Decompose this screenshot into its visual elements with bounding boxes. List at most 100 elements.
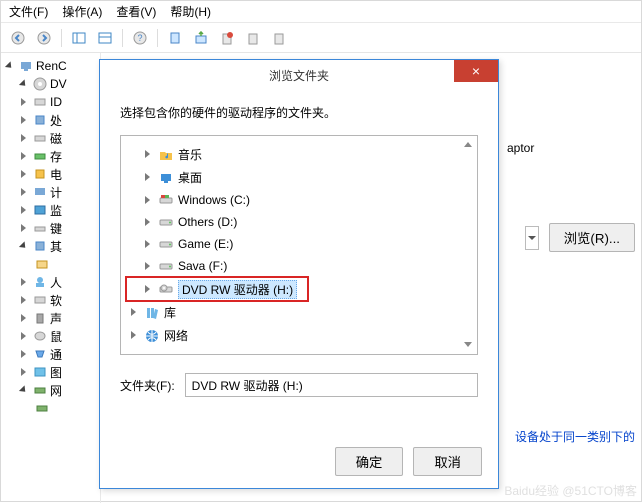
toolbar-help-button[interactable]: ? xyxy=(129,27,151,49)
chevron-right-icon[interactable] xyxy=(21,278,30,287)
menu-view[interactable]: 查看(V) xyxy=(116,3,156,20)
chevron-right-icon[interactable] xyxy=(145,218,154,227)
device-icon xyxy=(33,203,47,217)
tree-item-drive-e[interactable]: Game (E:) xyxy=(129,236,469,252)
tree-node[interactable]: 其 xyxy=(7,237,100,255)
tree-item-network[interactable]: 网络 xyxy=(129,327,469,344)
tree-node[interactable]: 电 xyxy=(7,165,100,183)
tree-node[interactable] xyxy=(7,255,100,273)
tree-item-drive-c[interactable]: Windows (C:) xyxy=(129,192,469,208)
close-button[interactable]: × xyxy=(454,60,498,82)
device-icon xyxy=(33,365,47,379)
chevron-right-icon[interactable] xyxy=(21,368,30,377)
chevron-right-icon[interactable] xyxy=(21,134,30,143)
toolbar-update-button[interactable] xyxy=(190,27,212,49)
chevron-right-icon[interactable] xyxy=(145,150,154,159)
tree-item-drive-f[interactable]: Sava (F:) xyxy=(129,258,469,274)
toolbar-disable-button[interactable] xyxy=(242,27,264,49)
toolbar-scan-button[interactable] xyxy=(164,27,186,49)
tree-node-label: 软 xyxy=(50,292,62,309)
browse-button[interactable]: 浏览(R)... xyxy=(549,223,635,252)
tree-item-music[interactable]: 音乐 xyxy=(129,146,469,163)
tree-node[interactable]: 磁 xyxy=(7,129,100,147)
tree-node[interactable]: 监 xyxy=(7,201,100,219)
computer-icon xyxy=(19,59,33,73)
toolbar-panes-button[interactable] xyxy=(68,27,90,49)
info-note: 设备处于同一类别下的 xyxy=(515,428,635,445)
toolbar-props-button[interactable] xyxy=(94,27,116,49)
nav-back-button[interactable] xyxy=(7,27,29,49)
menu-action[interactable]: 操作(A) xyxy=(62,3,102,20)
folder-tree[interactable]: 音乐 桌面 Windows (C:) Others (D:) Game (E:)… xyxy=(120,135,478,355)
chevron-right-icon[interactable] xyxy=(21,152,30,161)
tree-node[interactable]: 存 xyxy=(7,147,100,165)
scroll-up-button[interactable] xyxy=(461,138,475,152)
chevron-down-icon[interactable] xyxy=(7,62,16,71)
network-icon xyxy=(145,329,159,343)
tree-node[interactable]: 计 xyxy=(7,183,100,201)
tree-node[interactable]: 键 xyxy=(7,219,100,237)
path-dropdown[interactable] xyxy=(525,226,539,250)
menu-file[interactable]: 文件(F) xyxy=(9,3,48,20)
toolbar-uninstall-button[interactable] xyxy=(216,27,238,49)
dialog-title: 浏览文件夹 xyxy=(269,67,329,84)
nav-forward-button[interactable] xyxy=(33,27,55,49)
chevron-right-icon[interactable] xyxy=(21,296,30,305)
tree-node[interactable]: 网 xyxy=(7,381,100,399)
chevron-right-icon[interactable] xyxy=(145,196,154,205)
tree-node[interactable]: 图 xyxy=(7,363,100,381)
tree-item-label: Windows (C:) xyxy=(178,193,250,207)
chevron-right-icon[interactable] xyxy=(21,98,30,107)
tree-item-dvd-h[interactable]: DVD RW 驱动器 (H:) xyxy=(129,280,305,298)
tree-node[interactable] xyxy=(7,399,100,417)
chevron-right-icon[interactable] xyxy=(131,331,140,340)
scroll-down-button[interactable] xyxy=(461,338,475,352)
chevron-right-icon[interactable] xyxy=(21,206,30,215)
device-icon xyxy=(33,275,47,289)
tree-item-libraries[interactable]: 库 xyxy=(129,304,469,321)
cancel-button[interactable]: 取消 xyxy=(413,447,482,476)
tree-node[interactable]: 鼠 xyxy=(7,327,100,345)
toolbar-enable-button[interactable] xyxy=(268,27,290,49)
device-icon xyxy=(33,329,47,343)
chevron-right-icon[interactable] xyxy=(21,116,30,125)
tree-node[interactable]: 软 xyxy=(7,291,100,309)
chevron-down-icon[interactable] xyxy=(21,80,30,89)
chevron-right-icon[interactable] xyxy=(21,350,30,359)
tree-node[interactable]: 人 xyxy=(7,273,100,291)
chevron-right-icon[interactable] xyxy=(21,170,30,179)
tree-item-desktop[interactable]: 桌面 xyxy=(129,169,469,186)
chevron-right-icon[interactable] xyxy=(131,308,140,317)
chevron-right-icon[interactable] xyxy=(145,240,154,249)
device-icon xyxy=(33,131,47,145)
tree-node[interactable]: 处 xyxy=(7,111,100,129)
chevron-right-icon[interactable] xyxy=(145,285,154,294)
chevron-right-icon[interactable] xyxy=(145,262,154,271)
device-tree[interactable]: RenC DV ID 处 磁 存 电 计 监 键 其 人 软 声 鼠 通 图 网 xyxy=(1,53,101,503)
folder-input[interactable] xyxy=(185,373,478,397)
tree-root[interactable]: RenC xyxy=(7,57,100,75)
chevron-right-icon[interactable] xyxy=(21,314,30,323)
menu-help[interactable]: 帮助(H) xyxy=(170,3,211,20)
tree-node-label: 电 xyxy=(50,166,62,183)
tree-item-label: DVD RW 驱动器 (H:) xyxy=(178,280,297,299)
ok-button[interactable]: 确定 xyxy=(335,447,404,476)
device-icon xyxy=(35,257,49,271)
tree-node[interactable]: 通 xyxy=(7,345,100,363)
dialog-title-bar[interactable]: 浏览文件夹 × xyxy=(100,60,498,90)
tree-node[interactable]: ID xyxy=(7,93,100,111)
chevron-right-icon[interactable] xyxy=(21,332,30,341)
chevron-right-icon[interactable] xyxy=(145,173,154,182)
tree-node[interactable]: 声 xyxy=(7,309,100,327)
toolbar: ? xyxy=(1,23,641,53)
tree-node-dvd[interactable]: DV xyxy=(7,75,100,93)
chevron-right-icon[interactable] xyxy=(21,188,30,197)
device-icon xyxy=(33,239,47,253)
tree-node-label: 鼠 xyxy=(50,328,62,345)
tree-item-label: 桌面 xyxy=(178,169,202,186)
chevron-right-icon[interactable] xyxy=(21,224,30,233)
device-icon xyxy=(33,311,47,325)
tree-item-drive-d[interactable]: Others (D:) xyxy=(129,214,469,230)
chevron-down-icon[interactable] xyxy=(21,386,30,395)
chevron-down-icon[interactable] xyxy=(21,242,30,251)
